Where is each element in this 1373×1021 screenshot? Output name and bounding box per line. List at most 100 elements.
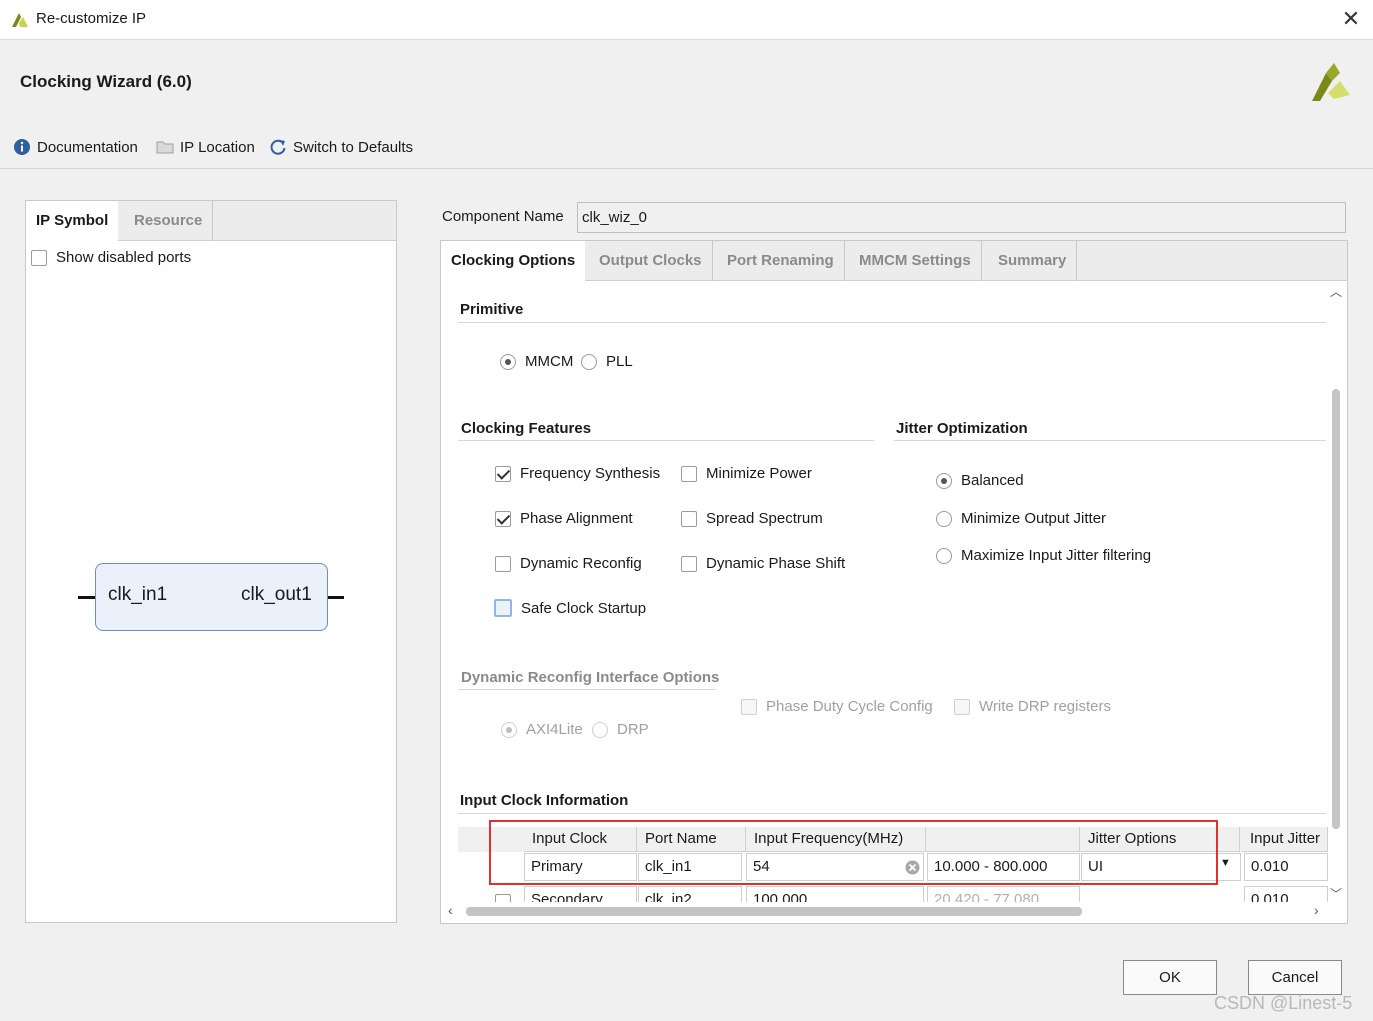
tab-resource[interactable]: Resource (124, 201, 214, 241)
tab-output-clocks[interactable]: Output Clocks (589, 241, 713, 281)
dynamic-phase-shift-checkbox[interactable] (681, 555, 697, 572)
input-pin (78, 596, 95, 599)
dynamic-reconfig-title: Dynamic Reconfig Interface Options (461, 669, 720, 686)
jitter-optimization-title: Jitter Optimization (896, 420, 1028, 437)
tab-port-renaming[interactable]: Port Renaming (717, 241, 845, 281)
ip-symbol-block: clk_in1 clk_out1 (95, 563, 328, 631)
scroll-up-icon[interactable]: ︿ (1330, 283, 1342, 300)
axi4lite-radio (501, 721, 517, 738)
clocking-features-title: Clocking Features (461, 420, 592, 437)
phase-alignment-option[interactable]: Phase Alignment (495, 510, 633, 527)
secondary-port-field[interactable]: clk_in2 (638, 886, 742, 902)
jitter-optimization-rule (894, 440, 1326, 441)
pll-radio[interactable] (581, 353, 597, 370)
output-port-label: clk_out1 (241, 584, 312, 605)
primitive-mmcm-option[interactable]: MMCM (500, 353, 573, 370)
folder-icon (156, 141, 174, 154)
documentation-label: Documentation (37, 138, 138, 156)
xilinx-brand-icon (1312, 63, 1350, 101)
mmcm-label: MMCM (525, 353, 574, 370)
ip-location-button[interactable]: IP Location (156, 136, 255, 158)
window-titlebar: Re-customize IP ✕ (0, 0, 1373, 40)
component-name-field[interactable]: clk_wiz_0 (577, 202, 1346, 233)
switch-to-defaults-button[interactable]: Switch to Defaults (269, 136, 413, 158)
show-disabled-ports-option[interactable]: Show disabled ports (31, 249, 191, 266)
dynamic-reconfig-option[interactable]: Dynamic Reconfig (495, 555, 642, 572)
close-icon[interactable]: ✕ (1340, 6, 1362, 32)
frequency-synthesis-option[interactable]: Frequency Synthesis (495, 465, 660, 482)
refresh-icon (270, 139, 286, 155)
highlight-box (489, 820, 1218, 885)
info-icon (14, 139, 30, 155)
maximize-input-jitter-option[interactable]: Maximize Input Jitter filtering (936, 547, 1151, 564)
minimize-output-jitter-radio[interactable] (936, 510, 952, 527)
tab-ip-symbol[interactable]: IP Symbol (26, 201, 119, 242)
spread-spectrum-checkbox[interactable] (681, 510, 697, 527)
scroll-left-icon[interactable]: ‹ (448, 902, 453, 918)
minimize-power-option[interactable]: Minimize Power (681, 465, 812, 482)
primary-input-jitter-field[interactable]: 0.010 (1244, 853, 1328, 881)
secondary-enable-checkbox[interactable] (495, 894, 511, 902)
dynamic-reconfig-checkbox[interactable] (495, 555, 511, 572)
balanced-radio[interactable] (936, 472, 952, 489)
chevron-down-icon: ▼ (1220, 857, 1231, 869)
input-clock-rule (458, 813, 1326, 814)
primitive-rule (458, 322, 1326, 323)
vertical-scrollbar[interactable]: ︿ ﹀ (1329, 283, 1343, 903)
tab-mmcm-settings[interactable]: MMCM Settings (849, 241, 982, 281)
spread-spectrum-option[interactable]: Spread Spectrum (681, 510, 823, 527)
minimize-output-jitter-option[interactable]: Minimize Output Jitter (936, 510, 1106, 527)
balanced-option[interactable]: Balanced (936, 472, 1024, 489)
minimize-power-label: Minimize Power (706, 465, 812, 482)
mmcm-radio[interactable] (500, 353, 516, 370)
scroll-down-icon[interactable]: ﹀ (1330, 885, 1342, 902)
phase-duty-cycle-checkbox (741, 698, 757, 715)
primitive-section-title: Primitive (460, 301, 524, 318)
output-pin (328, 596, 344, 599)
documentation-button[interactable]: Documentation (13, 136, 138, 158)
component-name-label: Component Name (442, 208, 564, 225)
secondary-range-cell: 20.420 - 77.080 (927, 886, 1080, 902)
vertical-scroll-thumb[interactable] (1332, 389, 1340, 829)
dynamic-phase-shift-label: Dynamic Phase Shift (706, 555, 846, 572)
secondary-checkbox-box[interactable] (495, 894, 511, 902)
frequency-synthesis-label: Frequency Synthesis (520, 465, 661, 482)
wizard-header: Clocking Wizard (6.0) Documentation IP L… (0, 41, 1373, 169)
drp-label: DRP (617, 721, 649, 738)
dynamic-reconfig-rule (458, 689, 716, 690)
show-disabled-ports-checkbox[interactable] (31, 249, 47, 266)
primitive-pll-option[interactable]: PLL (581, 353, 633, 370)
pll-label: PLL (606, 353, 633, 370)
cancel-button[interactable]: Cancel (1248, 960, 1342, 995)
secondary-clock-cell: Secondary (524, 886, 637, 902)
safe-clock-startup-option[interactable]: Safe Clock Startup (494, 599, 646, 617)
drp-radio (592, 721, 608, 738)
secondary-input-jitter-field[interactable]: 0.010 (1244, 886, 1328, 902)
clocking-features-rule (458, 440, 874, 441)
wizard-title: Clocking Wizard (6.0) (20, 72, 192, 91)
phase-alignment-checkbox[interactable] (495, 510, 511, 527)
ip-symbol-panel: IP Symbol Resource Show disabled ports c… (25, 200, 397, 923)
scroll-right-icon[interactable]: › (1314, 902, 1319, 918)
tab-clocking-options[interactable]: Clocking Options (441, 241, 586, 282)
safe-clock-startup-label: Safe Clock Startup (521, 599, 647, 617)
secondary-frequency-field[interactable]: 100.000 (746, 886, 924, 902)
write-drp-label: Write DRP registers (979, 698, 1111, 715)
frequency-synthesis-checkbox[interactable] (495, 465, 511, 482)
safe-clock-startup-checkbox[interactable] (494, 599, 512, 617)
ok-button[interactable]: OK (1123, 960, 1217, 995)
left-tab-bar: IP Symbol Resource (26, 201, 396, 242)
horizontal-scroll-thumb[interactable] (466, 907, 1082, 916)
maximize-input-jitter-radio[interactable] (936, 547, 952, 564)
right-tab-bar: Clocking Options Output Clocks Port Rena… (441, 241, 1347, 282)
write-drp-option: Write DRP registers (954, 698, 1111, 715)
minimize-power-checkbox[interactable] (681, 465, 697, 482)
maximize-input-jitter-label: Maximize Input Jitter filtering (961, 547, 1152, 564)
write-drp-checkbox (954, 698, 970, 715)
tab-summary[interactable]: Summary (988, 241, 1078, 281)
balanced-label: Balanced (961, 472, 1024, 489)
dynamic-phase-shift-option[interactable]: Dynamic Phase Shift (681, 555, 845, 572)
minimize-output-jitter-label: Minimize Output Jitter (961, 510, 1107, 527)
input-port-label: clk_in1 (108, 584, 168, 605)
horizontal-scrollbar[interactable]: ‹ › (446, 902, 1328, 919)
